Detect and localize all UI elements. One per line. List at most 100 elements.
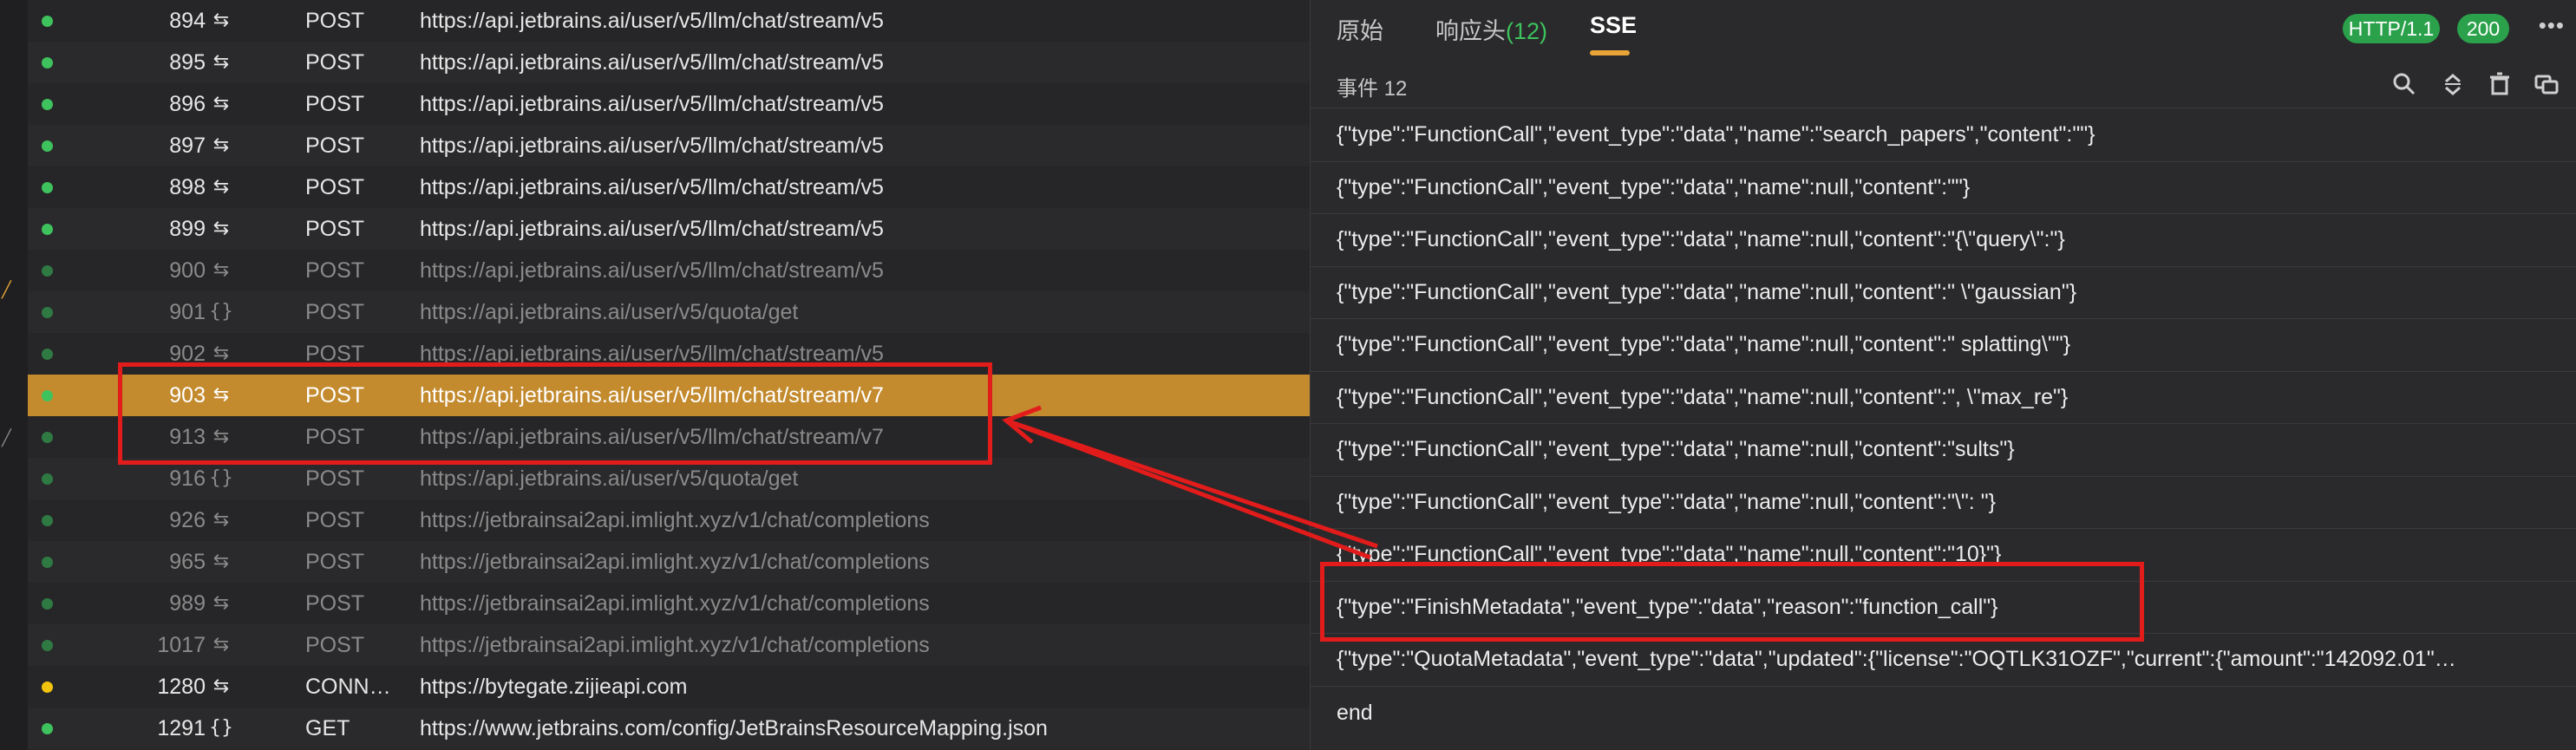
request-id: 898	[169, 175, 206, 199]
tab-raw[interactable]: 原始	[1337, 12, 1383, 46]
request-id: 916	[169, 466, 206, 491]
sse-event[interactable]: {"type":"FunctionCall","event_type":"dat…	[1311, 319, 2576, 372]
request-row[interactable]: 1017 ⇆ POST https://jetbrainsai2api.imlight…	[28, 624, 1310, 666]
request-method: POST	[305, 591, 365, 616]
request-url: https://jetbrainsai2api.imlight.xyz/v1/c…	[420, 508, 930, 532]
request-url: https://api.jetbrains.ai/user/v5/llm/cha…	[420, 383, 884, 408]
status-dot	[42, 473, 53, 485]
request-row[interactable]: 898 ⇆ POST https://api.jetbrains.ai/user/v5…	[28, 166, 1310, 208]
status-dot	[42, 224, 53, 235]
request-url: https://www.jetbrains.com/config/JetBrai…	[420, 716, 1048, 740]
tab-headers[interactable]: 响应头(12)	[1435, 12, 1547, 46]
tab-sse[interactable]: SSE	[1590, 12, 1637, 39]
request-row[interactable]: 894 ⇆ POST https://api.jetbrains.ai/user/v5…	[28, 0, 1310, 42]
request-list[interactable]: 894 ⇆ POST https://api.jetbrains.ai/user/v5…	[28, 0, 1310, 750]
request-row[interactable]: 900 ⇆ POST https://api.jetbrains.ai/user/v5…	[28, 250, 1310, 291]
request-id: 913	[169, 425, 206, 449]
request-row[interactable]: 989 ⇆ POST https://jetbrainsai2api.imlight.…	[28, 583, 1310, 624]
sse-event[interactable]: {"type":"FunctionCall","event_type":"dat…	[1311, 424, 2576, 477]
stream-icon: ⇆	[212, 51, 230, 73]
request-row[interactable]: 896 ⇆ POST https://api.jetbrains.ai/user/v5…	[28, 83, 1310, 125]
sse-event-list: {"type":"FunctionCall","event_type":"dat…	[1311, 109, 2576, 739]
request-row[interactable]: 1291{} GET https://www.jetbrains.com/confi…	[28, 708, 1310, 749]
request-method: POST	[305, 300, 365, 324]
request-id: 1017	[157, 633, 206, 657]
request-row[interactable]: 916{} POST https://api.jetbrains.ai/user/v…	[28, 458, 1310, 499]
request-method: CONN…	[305, 675, 391, 699]
gutter-mark: ╱	[2, 281, 11, 298]
request-row[interactable]: 897 ⇆ POST https://api.jetbrains.ai/user/v5…	[28, 125, 1310, 166]
json-icon: {}	[209, 717, 233, 739]
stream-icon: ⇆	[212, 218, 230, 239]
request-row[interactable]: 895 ⇆ POST https://api.jetbrains.ai/user/v5…	[28, 42, 1310, 83]
request-url: https://api.jetbrains.ai/user/v5/llm/cha…	[420, 134, 884, 158]
stream-icon: ⇆	[212, 10, 230, 31]
gutter-mark: ╱	[2, 429, 11, 447]
request-id: 965	[169, 550, 206, 574]
request-method: POST	[305, 508, 365, 532]
request-url: https://api.jetbrains.ai/user/v5/llm/cha…	[420, 9, 884, 33]
trash-icon[interactable]	[2485, 69, 2514, 99]
sse-event[interactable]: {"type":"FunctionCall","event_type":"dat…	[1311, 162, 2576, 214]
status-dot	[42, 682, 53, 693]
request-id: 896	[169, 92, 206, 116]
search-icon[interactable]	[2390, 69, 2419, 99]
status-dot	[42, 182, 53, 193]
request-id: 926	[169, 508, 206, 532]
request-row[interactable]: 901{} POST https://api.jetbrains.ai/user/v…	[28, 291, 1310, 333]
left-gutter: ╱ ╱	[0, 0, 29, 750]
request-row[interactable]: 1280⇆CONN…https://bytegate.zijieapi.comP…	[28, 666, 1310, 708]
status-dot	[42, 557, 53, 568]
request-id: 899	[169, 217, 206, 241]
request-row[interactable]: 899 ⇆ POST https://api.jetbrains.ai/user/v5…	[28, 208, 1310, 250]
request-row[interactable]: 913 ⇆ POST https://api.jetbrains.ai/user/v5…	[28, 416, 1310, 458]
request-id: 903	[169, 383, 206, 408]
protocol-badge: HTTP/1.1	[2343, 14, 2440, 43]
status-dot	[42, 265, 53, 277]
request-method: POST	[305, 134, 365, 158]
collapse-icon[interactable]	[2438, 69, 2468, 99]
stream-icon: ⇆	[212, 509, 230, 531]
request-method: POST	[305, 9, 365, 33]
sse-end-marker: end	[1337, 700, 1373, 725]
request-method: POST	[305, 342, 365, 366]
stream-icon: ⇆	[212, 176, 230, 198]
request-id: 895	[169, 50, 206, 75]
stream-icon: ⇆	[212, 634, 230, 655]
request-url: https://api.jetbrains.ai/user/v5/quota/g…	[420, 300, 799, 324]
sse-event[interactable]: {"type":"FunctionCall","event_type":"dat…	[1311, 529, 2576, 582]
request-row[interactable]: 902 ⇆ POST https://api.jetbrains.ai/user/v5…	[28, 333, 1310, 375]
status-dot	[42, 349, 53, 360]
request-url: https://api.jetbrains.ai/user/v5/llm/cha…	[420, 425, 884, 449]
stream-icon: ⇆	[212, 426, 230, 447]
request-url: https://api.jetbrains.ai/user/v5/llm/cha…	[420, 217, 884, 241]
request-url: https://api.jetbrains.ai/user/v5/llm/cha…	[420, 50, 884, 75]
request-method: POST	[305, 175, 365, 199]
request-row[interactable]: 903 ⇆ POST https://api.jetbrains.ai/user/v5…	[28, 375, 1310, 416]
request-id: 897	[169, 134, 206, 158]
request-url: https://api.jetbrains.ai/user/v5/llm/cha…	[420, 342, 884, 366]
sse-event[interactable]: {"type":"FunctionCall","event_type":"dat…	[1311, 267, 2576, 319]
tab-headers-label: 响应头	[1435, 18, 1506, 44]
status-dot	[42, 140, 53, 152]
request-url: https://api.jetbrains.ai/user/v5/llm/cha…	[420, 175, 884, 199]
stream-icon: ⇆	[212, 93, 230, 114]
request-row[interactable]: 926 ⇆ POST https://jetbrainsai2api.imlight.…	[28, 499, 1310, 541]
sse-event[interactable]: {"type":"FinishMetadata","event_type":"d…	[1311, 582, 2576, 634]
sse-event[interactable]: {"type":"FunctionCall","event_type":"dat…	[1311, 109, 2576, 162]
sse-event[interactable]: {"type":"FunctionCall","event_type":"dat…	[1311, 372, 2576, 424]
events-count: 事件 12	[1337, 77, 1408, 101]
sse-event[interactable]: {"type":"QuotaMetadata","event_type":"da…	[1311, 634, 2576, 687]
sse-event[interactable]: {"type":"FunctionCall","event_type":"dat…	[1311, 214, 2576, 267]
sse-event[interactable]: {"type":"FunctionCall","event_type":"dat…	[1311, 477, 2576, 529]
request-method: POST	[305, 633, 365, 657]
request-id: 901	[169, 300, 206, 324]
request-url: https://jetbrainsai2api.imlight.xyz/v1/c…	[420, 550, 930, 574]
copy-icon[interactable]	[2532, 69, 2561, 99]
request-method: POST	[305, 92, 365, 116]
request-method: POST	[305, 550, 365, 574]
status-dot	[42, 515, 53, 526]
request-row[interactable]: 965 ⇆ POST https://jetbrainsai2api.imlight.…	[28, 541, 1310, 583]
status-dot	[42, 57, 53, 68]
more-icon[interactable]: •••	[2539, 12, 2565, 39]
